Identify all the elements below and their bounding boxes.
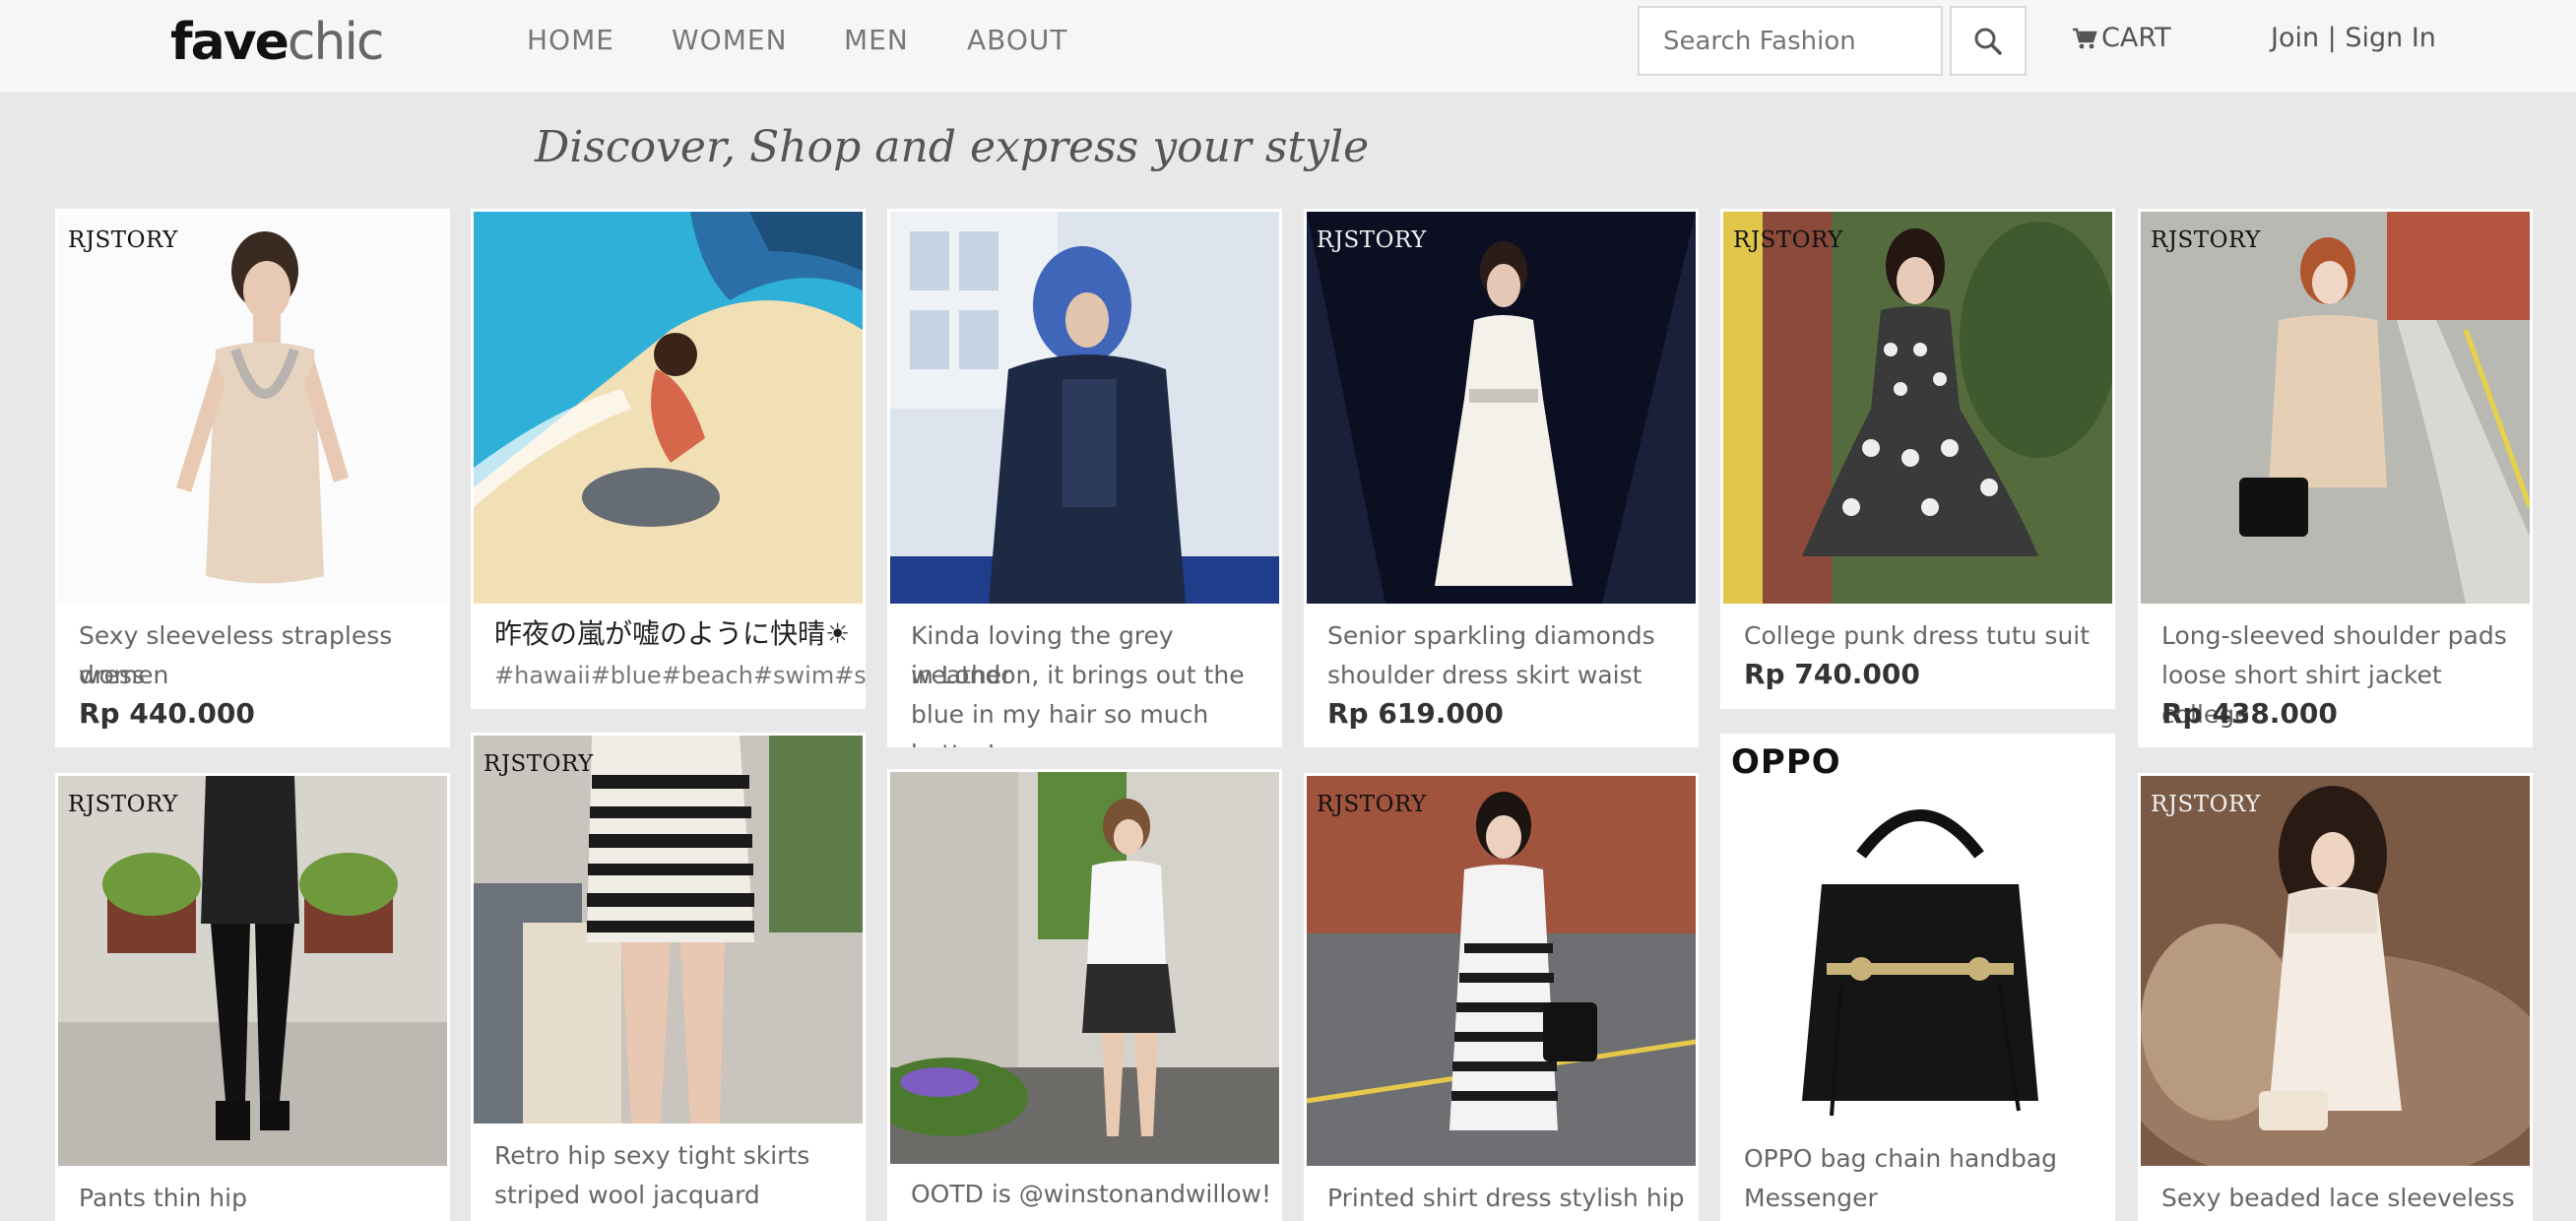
product-card[interactable]: RJSTORY Sexy sleeveless strapless dress … [55,209,450,747]
product-card[interactable]: RJSTORY Retro hip sexy tight skirts stri… [471,733,866,1221]
page-tagline: Discover, Shop and express your style [535,122,1370,172]
logo-text-fave: fave [170,13,290,72]
product-image[interactable]: RJSTORY [1307,212,1696,604]
product-image[interactable]: RJSTORY [1723,212,2112,604]
product-card[interactable]: RJSTORY Long-sleeved shoulder pads loose… [2138,209,2533,747]
search-button[interactable] [1950,6,2027,76]
search-icon [1974,28,2002,55]
brand-watermark: RJSTORY [1317,792,1427,817]
post-caption: 昨夜の嵐が嘘のように快晴☀ [494,617,851,650]
product-title-line-1: Pants thin hip [79,1184,247,1212]
product-title-line-1: Printed shirt dress stylish hip [1327,1184,1685,1212]
brand-watermark: RJSTORY [1733,227,1843,253]
product-price: Rp 740.000 [1744,658,1920,690]
product-image[interactable] [890,212,1279,604]
product-title-line-2: Messenger [1744,1184,1878,1212]
product-image[interactable]: RJSTORY [58,212,447,604]
product-title-line-1: College punk dress tutu suit [1744,621,2091,650]
product-title-line-2: women [79,661,169,689]
nav-men[interactable]: MEN [844,0,909,81]
product-image[interactable] [474,212,863,604]
product-image[interactable]: RJSTORY [1307,776,1696,1166]
product-card[interactable]: RJSTORY Printed shirt dress stylish hip [1304,773,1699,1221]
product-card[interactable]: RJSTORY College punk dress tutu suit Rp … [1720,209,2115,709]
product-card[interactable]: 昨夜の嵐が嘘のように快晴☀ #hawaii#blue#beach#swim#su… [471,209,866,709]
site-logo[interactable]: favechic [170,8,385,77]
product-title-line-1: Retro hip sexy tight skirts [494,1141,810,1170]
brand-watermark: RJSTORY [2151,792,2261,817]
product-image[interactable]: RJSTORY [2141,776,2530,1166]
product-card[interactable]: RJSTORY Sexy beaded lace sleeveless [2138,773,2533,1221]
join-sign-in-link[interactable]: Join | Sign In [2271,0,2436,77]
product-title-line-1: Long-sleeved shoulder pads [2161,621,2507,650]
product-price: Rp 619.000 [1327,697,1504,730]
brand-watermark: OPPO [1731,742,1841,782]
product-card[interactable]: OPPO OPPO bag chain handbag Messenger [1720,734,2115,1221]
product-image[interactable] [890,772,1279,1164]
brand-watermark: RJSTORY [68,792,178,817]
product-price: Rp 440.000 [79,697,255,730]
product-card[interactable]: RJSTORY Pants thin hip [55,773,450,1221]
nav-home[interactable]: HOME [527,0,614,81]
product-card[interactable]: Kinda loving the grey weather in London,… [887,209,1282,747]
post-caption-line-3: blue in my hair so much better! [911,700,1209,747]
post-caption-line-1: OOTD is @winstonandwillow! [911,1180,1272,1208]
product-title-line-2: shoulder dress skirt waist [1327,661,1642,689]
product-card[interactable]: RJSTORY Senior sparkling diamonds should… [1304,209,1699,747]
search-input[interactable] [1638,6,1943,76]
brand-watermark: RJSTORY [483,751,594,777]
nav-women[interactable]: WOMEN [672,0,788,81]
post-caption-line-2: in London, it brings out the [911,661,1245,689]
cart-link[interactable]: CART [2072,0,2171,77]
product-price: Rp 438.000 [2161,697,2338,730]
product-title-line-2: striped wool jacquard [494,1181,760,1209]
post-hashtags: #hawaii#blue#beach#swim#sun#se [494,662,866,689]
logo-text-chic: chic [287,13,385,72]
brand-watermark: RJSTORY [1317,227,1427,253]
brand-watermark: RJSTORY [68,227,178,253]
cart-label: CART [2101,23,2171,53]
cart-icon [2073,28,2097,49]
product-image[interactable]: RJSTORY [2141,212,2530,604]
product-title-line-1: Sexy beaded lace sleeveless [2161,1184,2515,1212]
product-card[interactable]: OOTD is @winstonandwillow! [887,769,1282,1221]
nav-about[interactable]: ABOUT [967,0,1068,81]
top-navigation-bar: favechic HOME WOMEN MEN ABOUT CART Join … [0,0,2576,94]
brand-watermark: RJSTORY [2151,227,2261,253]
product-image[interactable]: RJSTORY [58,776,447,1166]
product-image[interactable]: OPPO [1723,737,2112,1125]
product-title-line-1: OPPO bag chain handbag [1744,1144,2058,1173]
product-image[interactable]: RJSTORY [474,736,863,1124]
product-title-line-1: Senior sparkling diamonds [1327,621,1655,650]
